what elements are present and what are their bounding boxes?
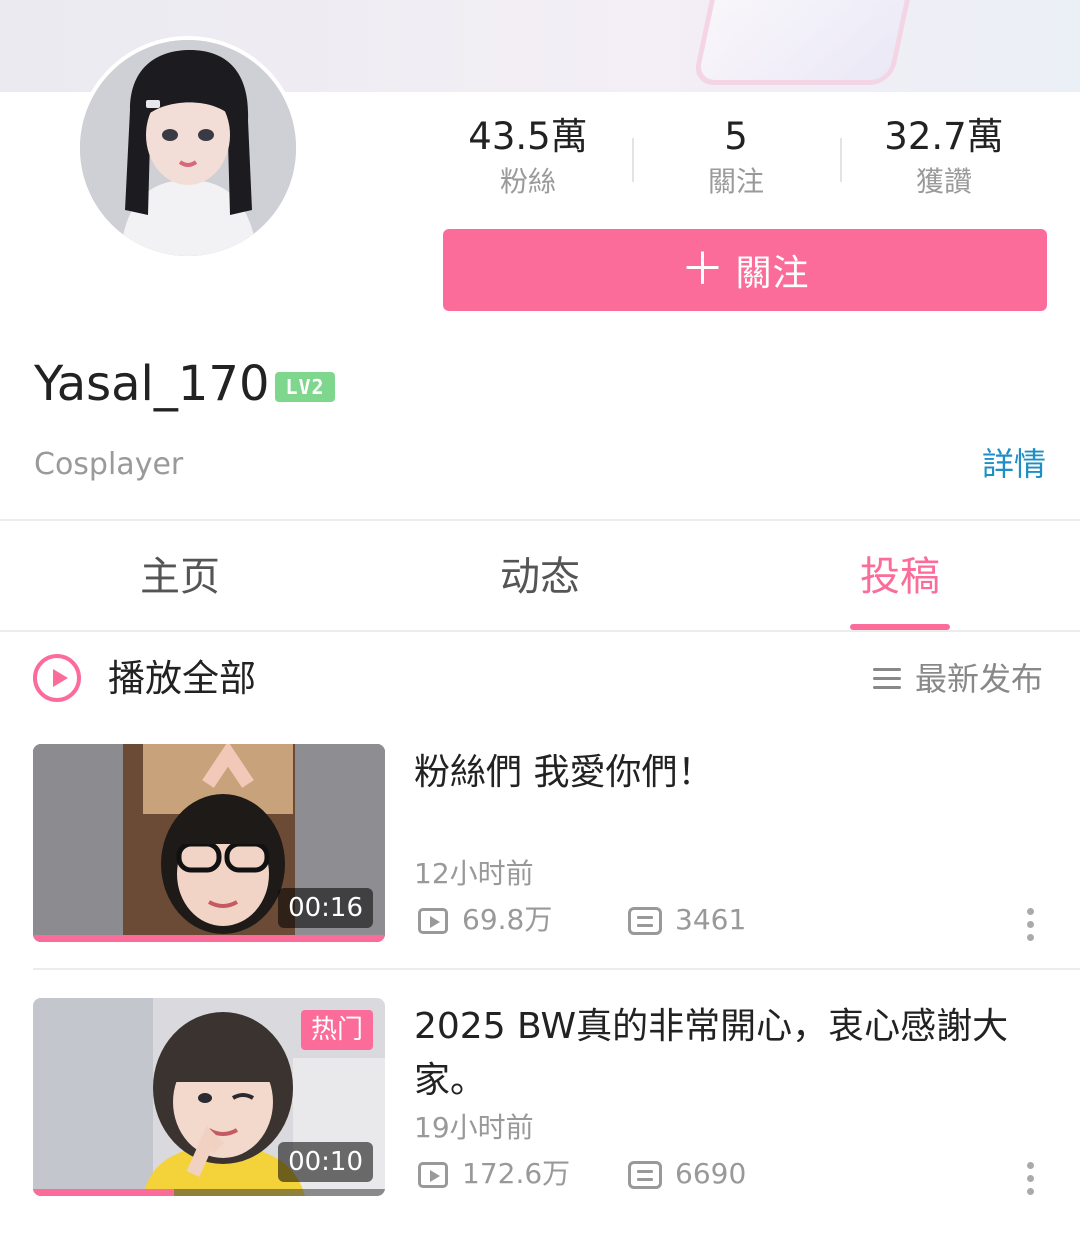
tab-submissions[interactable]: 投稿: [800, 548, 1000, 606]
watch-progress-fill: [33, 935, 385, 942]
username: Yasal_170: [34, 356, 270, 412]
play-count-icon: [418, 908, 448, 934]
watch-progress-fill: [33, 1189, 174, 1196]
video-comments: 6690: [675, 1157, 747, 1190]
tab-dynamics[interactable]: 动态: [440, 548, 640, 606]
video-duration: 00:16: [278, 888, 373, 928]
tab-home[interactable]: 主页: [80, 548, 280, 606]
stat-divider: [632, 138, 634, 182]
video-comments: 3461: [675, 903, 747, 936]
stat-label: 獲讚: [915, 165, 972, 198]
follow-button-label: 關注: [735, 253, 810, 294]
stat-divider: [840, 138, 842, 182]
list-divider: [33, 968, 1080, 970]
comment-icon: [628, 1161, 662, 1189]
play-all-button[interactable]: 播放全部: [108, 654, 256, 704]
details-link[interactable]: 詳情: [982, 442, 1046, 486]
more-options-icon[interactable]: [1025, 1162, 1035, 1200]
stat-label: 粉絲: [499, 165, 556, 198]
follow-button[interactable]: ＋ 關注: [443, 229, 1047, 311]
banner-decoration: [691, 0, 919, 85]
stat-fans[interactable]: 43.5萬 粉絲: [428, 112, 628, 202]
video-title[interactable]: 2025 BW真的非常開心，衷心感謝大家。: [414, 1000, 1054, 1108]
video-title[interactable]: 粉絲們 我愛你們！: [414, 746, 1054, 800]
section-divider: [0, 519, 1080, 521]
level-badge: LV2: [275, 372, 335, 402]
watch-progress-bar: [33, 935, 385, 942]
hot-badge: 热门: [300, 1010, 373, 1050]
avatar[interactable]: [76, 36, 300, 260]
comment-icon: [628, 907, 662, 935]
more-options-icon[interactable]: [1025, 908, 1035, 946]
avatar-image: [80, 40, 296, 256]
stat-value: 5: [724, 115, 748, 158]
tabs-divider: [0, 630, 1080, 632]
stat-likes[interactable]: 32.7萬 獲讚: [844, 112, 1044, 202]
plus-icon: ＋: [680, 244, 726, 295]
sort-dropdown[interactable]: 最新发布: [915, 656, 1043, 702]
stat-value: 43.5萬: [468, 115, 588, 158]
video-time: 12小时前: [414, 857, 534, 890]
watch-progress-bar: [33, 1189, 385, 1196]
video-thumbnail[interactable]: 00:16: [33, 744, 385, 942]
stat-label: 關注: [707, 165, 764, 198]
video-duration: 00:10: [278, 1142, 373, 1182]
video-views: 172.6万: [462, 1157, 571, 1190]
sort-lines-icon[interactable]: [873, 668, 901, 690]
bio: Cosplayer: [34, 447, 184, 482]
play-circle-icon[interactable]: [33, 654, 81, 702]
video-time: 19小时前: [414, 1111, 534, 1144]
profile-page: 43.5萬 粉絲 5 關注 32.7萬 獲讚 ＋ 關注 Yasal_170 LV…: [0, 0, 1080, 1257]
stat-value: 32.7萬: [884, 115, 1004, 158]
video-thumbnail[interactable]: 热门 00:10: [33, 998, 385, 1196]
play-count-icon: [418, 1162, 448, 1188]
stat-following[interactable]: 5 關注: [636, 112, 836, 202]
video-views: 69.8万: [462, 903, 553, 936]
